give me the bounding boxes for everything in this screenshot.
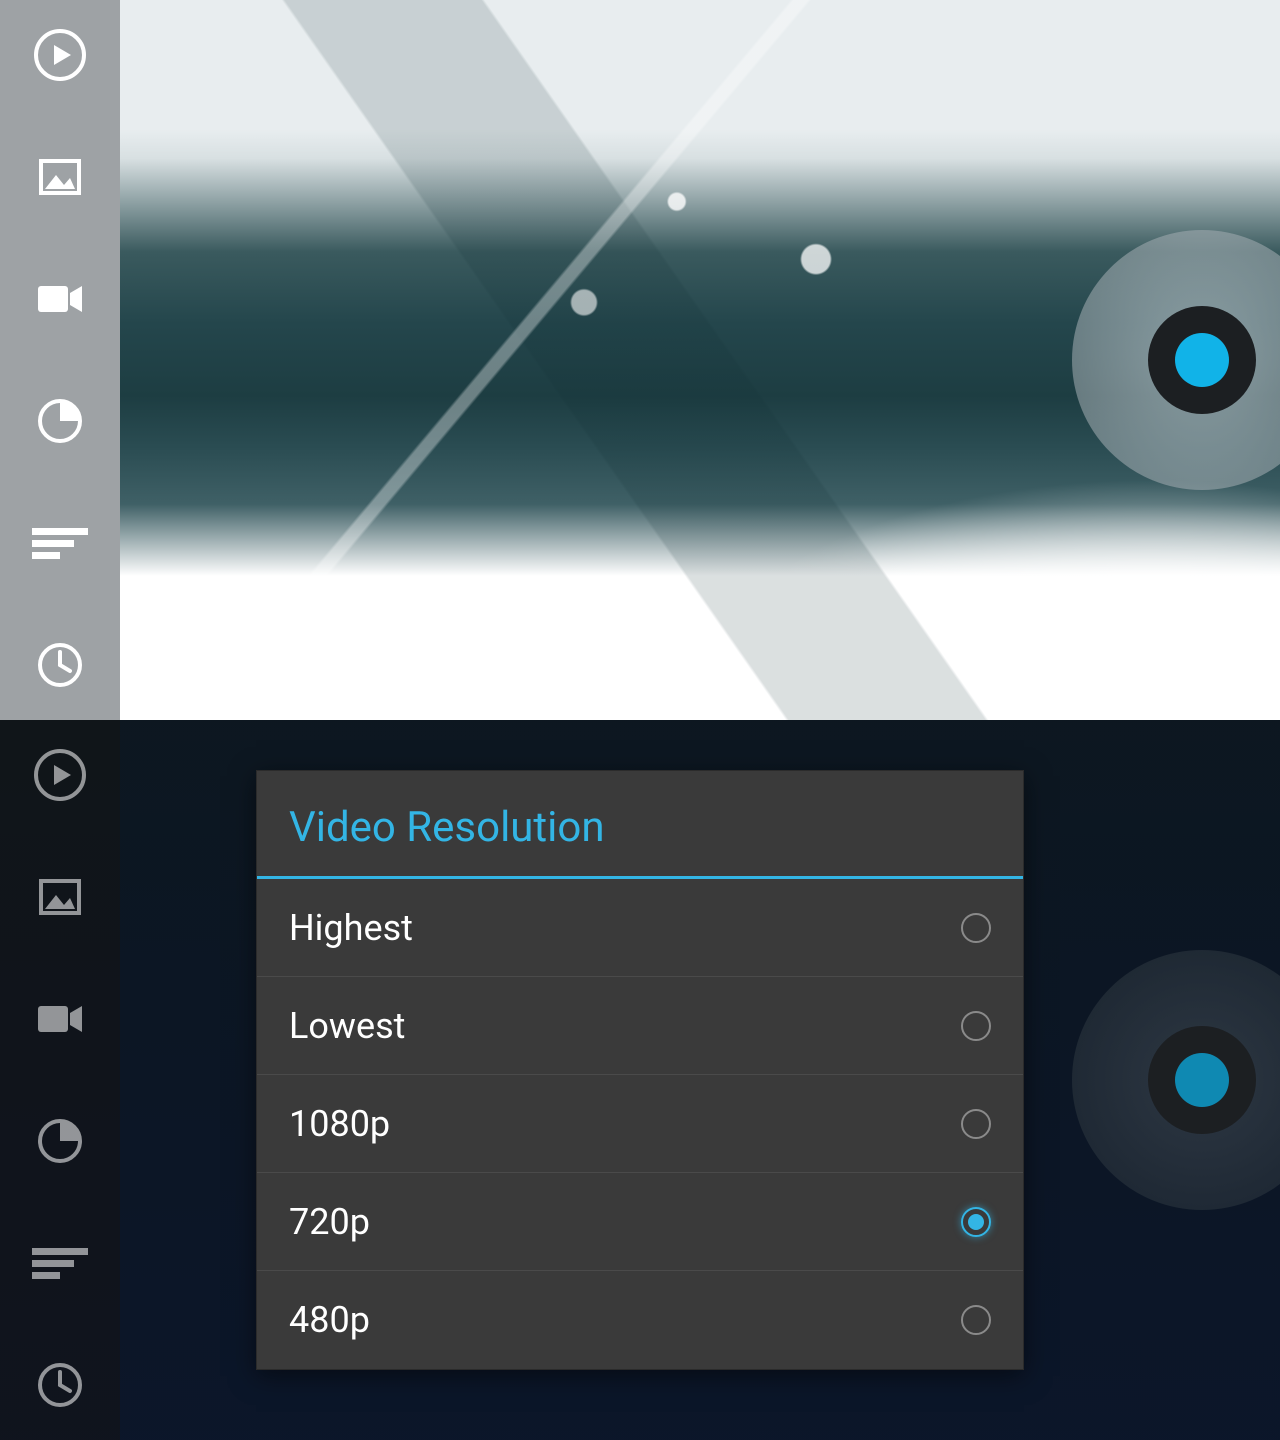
video-mode-button[interactable] bbox=[31, 990, 89, 1048]
shutter-inner-ring bbox=[1148, 306, 1256, 414]
settings-lines-icon bbox=[32, 1246, 88, 1280]
option-label: Lowest bbox=[289, 1005, 405, 1047]
camera-viewfinder-screen bbox=[0, 0, 1280, 720]
clock-icon bbox=[36, 641, 84, 689]
option-label: 720p bbox=[289, 1201, 370, 1243]
shutter-inner-ring bbox=[1148, 1026, 1256, 1134]
radio-unchecked-icon bbox=[961, 1109, 991, 1139]
left-toolbar-dimmed bbox=[0, 720, 120, 1440]
resolution-option-highest[interactable]: Highest bbox=[257, 879, 1023, 977]
timelapse-button[interactable] bbox=[31, 1112, 89, 1170]
shutter-button[interactable] bbox=[1072, 230, 1280, 490]
gallery-button[interactable] bbox=[31, 868, 89, 926]
record-indicator-icon bbox=[1175, 333, 1229, 387]
resolution-option-480p[interactable]: 480p bbox=[257, 1271, 1023, 1369]
radio-unchecked-icon bbox=[961, 1011, 991, 1041]
resolution-option-list: Highest Lowest 1080p 720p 480p bbox=[257, 879, 1023, 1369]
video-mode-button[interactable] bbox=[31, 270, 89, 328]
video-icon bbox=[36, 282, 84, 316]
play-button[interactable] bbox=[31, 746, 89, 804]
resolution-option-lowest[interactable]: Lowest bbox=[257, 977, 1023, 1075]
gallery-button[interactable] bbox=[31, 148, 89, 206]
play-button[interactable] bbox=[31, 26, 89, 84]
gallery-icon bbox=[36, 873, 84, 921]
settings-button[interactable] bbox=[31, 514, 89, 572]
video-resolution-dialog: Video Resolution Highest Lowest 1080p 72… bbox=[256, 770, 1024, 1370]
shutter-button[interactable] bbox=[1072, 950, 1280, 1210]
play-icon bbox=[33, 748, 87, 802]
left-toolbar bbox=[0, 0, 120, 720]
dialog-header: Video Resolution bbox=[257, 771, 1023, 879]
timelapse-button[interactable] bbox=[31, 392, 89, 450]
radio-checked-icon bbox=[961, 1207, 991, 1237]
option-label: 1080p bbox=[289, 1103, 390, 1145]
radio-unchecked-icon bbox=[961, 1305, 991, 1335]
timelapse-icon bbox=[36, 397, 84, 445]
play-icon bbox=[33, 28, 87, 82]
resolution-option-1080p[interactable]: 1080p bbox=[257, 1075, 1023, 1173]
option-label: Highest bbox=[289, 907, 413, 949]
video-icon bbox=[36, 1002, 84, 1036]
timer-button[interactable] bbox=[31, 1356, 89, 1414]
record-indicator-icon bbox=[1175, 1053, 1229, 1107]
timelapse-icon bbox=[36, 1117, 84, 1165]
camera-settings-screen: Video Resolution Highest Lowest 1080p 72… bbox=[0, 720, 1280, 1440]
option-label: 480p bbox=[289, 1299, 370, 1341]
gallery-icon bbox=[36, 153, 84, 201]
settings-button[interactable] bbox=[31, 1234, 89, 1292]
settings-lines-icon bbox=[32, 526, 88, 560]
timer-button[interactable] bbox=[31, 636, 89, 694]
resolution-option-720p[interactable]: 720p bbox=[257, 1173, 1023, 1271]
dialog-title: Video Resolution bbox=[289, 803, 991, 852]
clock-icon bbox=[36, 1361, 84, 1409]
radio-unchecked-icon bbox=[961, 913, 991, 943]
